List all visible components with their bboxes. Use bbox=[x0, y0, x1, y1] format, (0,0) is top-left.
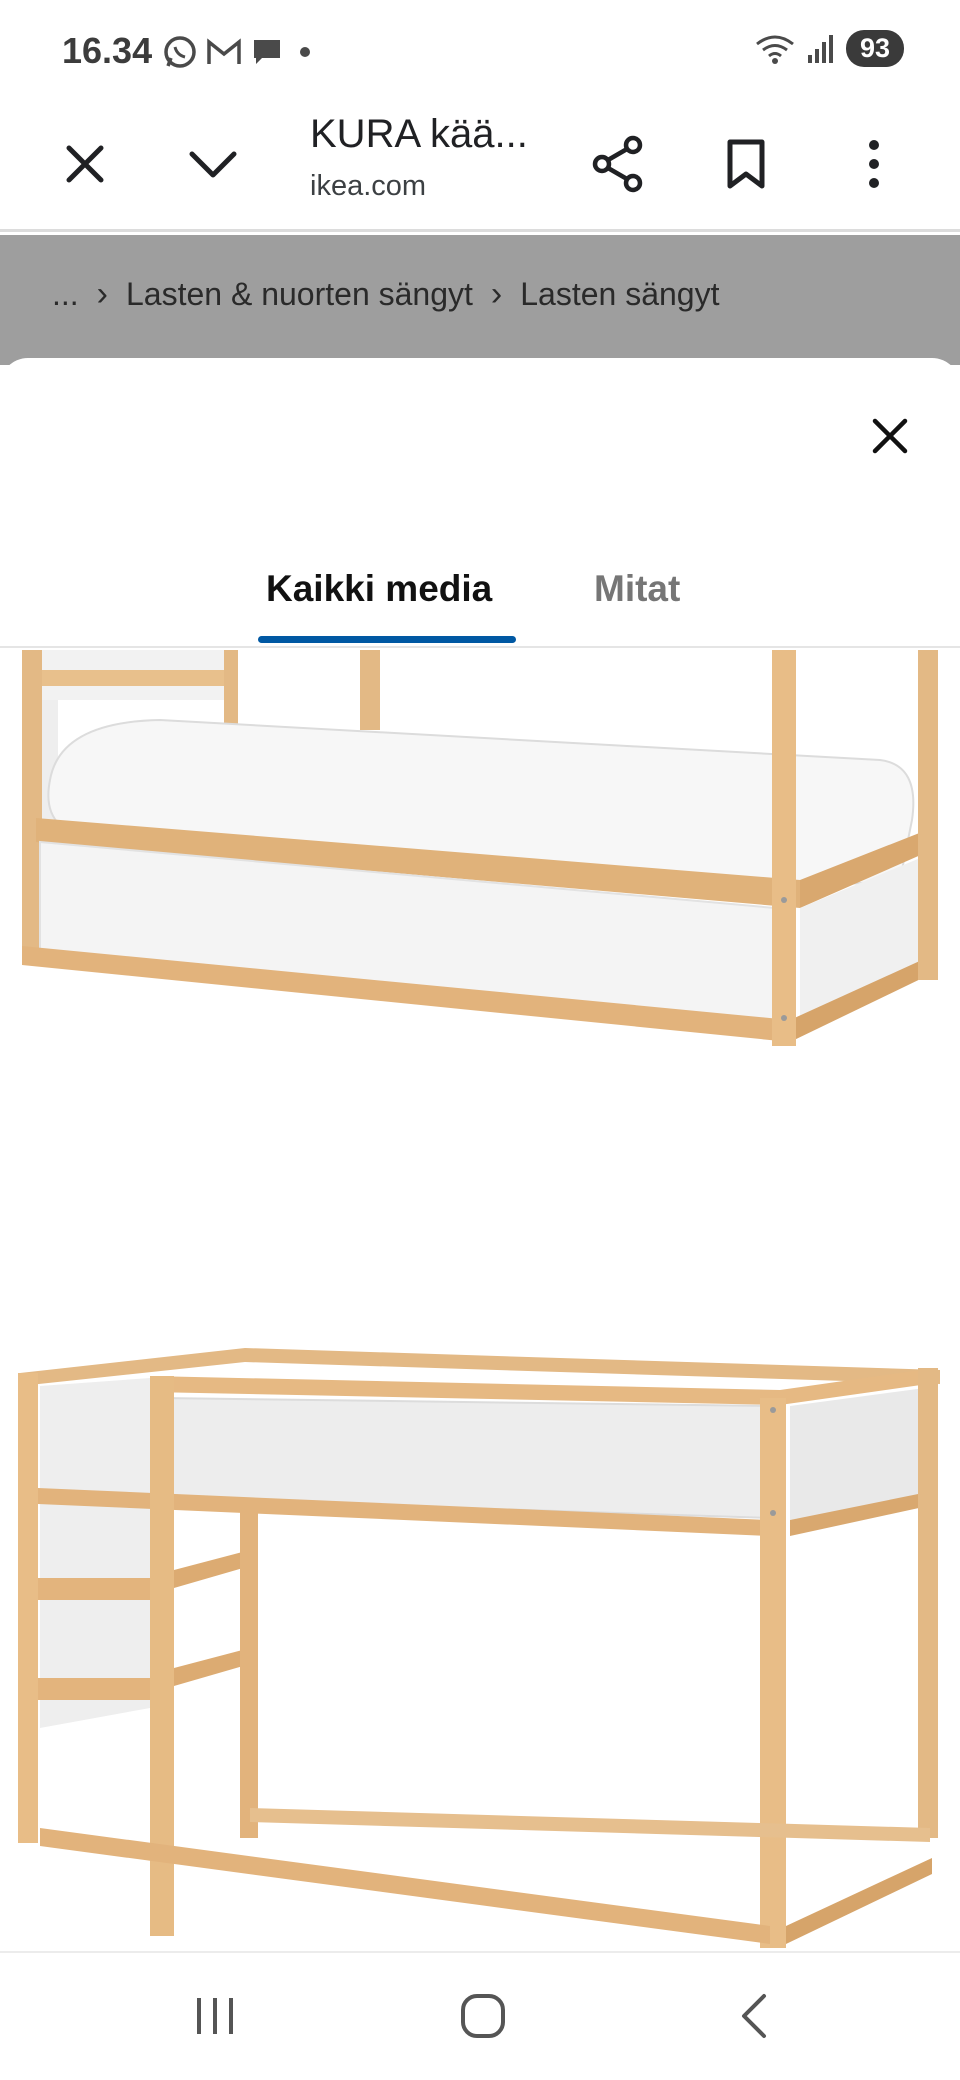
share-button[interactable] bbox=[578, 124, 658, 204]
bookmark-icon bbox=[727, 139, 765, 189]
bed-loft-position-image[interactable] bbox=[0, 1348, 960, 1951]
breadcrumb-item-kids-beds[interactable]: Lasten & nuorten sängyt bbox=[126, 276, 473, 313]
breadcrumb: ... › Lasten & nuorten sängyt › Lasten s… bbox=[52, 275, 719, 314]
tab-dimensions[interactable]: Mitat bbox=[594, 568, 680, 610]
more-options-button[interactable] bbox=[834, 124, 914, 204]
system-icons: 93 bbox=[754, 30, 904, 67]
signal-icon bbox=[807, 34, 833, 63]
notification-icons bbox=[162, 34, 318, 70]
modal-close-button[interactable] bbox=[858, 404, 922, 468]
custom-tab-toolbar: KURA kää... ikea.com bbox=[0, 100, 960, 232]
more-vert-icon bbox=[869, 140, 879, 188]
media-modal: Kaikki media Mitat bbox=[0, 358, 960, 1951]
page-title: KURA kää... bbox=[310, 112, 528, 156]
home-button[interactable] bbox=[438, 1981, 528, 2051]
chevron-down-icon bbox=[189, 151, 237, 178]
active-tab-indicator bbox=[258, 636, 516, 643]
gmail-icon bbox=[207, 38, 241, 64]
recent-apps-button[interactable] bbox=[170, 1981, 260, 2051]
chat-icon bbox=[254, 40, 280, 64]
tab-all-media[interactable]: Kaikki media bbox=[266, 568, 492, 610]
minimize-button[interactable] bbox=[173, 124, 253, 204]
system-navigation-bar bbox=[0, 1951, 960, 2080]
page-background: ... › Lasten & nuorten sängyt › Lasten s… bbox=[0, 235, 960, 365]
media-tabs: Kaikki media Mitat bbox=[0, 538, 960, 648]
battery-icon: 93 bbox=[845, 30, 904, 67]
back-icon bbox=[742, 1994, 766, 2038]
breadcrumb-ellipsis[interactable]: ... bbox=[52, 276, 79, 313]
bed-low-position-image[interactable] bbox=[0, 650, 960, 1170]
whatsapp-icon bbox=[164, 36, 196, 68]
bookmark-button[interactable] bbox=[706, 124, 786, 204]
back-button[interactable] bbox=[708, 1981, 798, 2051]
recent-apps-icon bbox=[197, 1998, 233, 2034]
close-icon bbox=[66, 145, 104, 183]
share-icon bbox=[592, 135, 643, 193]
status-bar: 16.34 93 bbox=[0, 0, 960, 100]
chevron-right-icon: › bbox=[490, 275, 503, 313]
home-icon bbox=[461, 1994, 505, 2038]
status-time: 16.34 bbox=[62, 30, 153, 71]
dot-icon bbox=[300, 47, 310, 57]
chevron-right-icon: › bbox=[96, 275, 108, 313]
wifi-icon bbox=[756, 35, 794, 64]
close-tab-button[interactable] bbox=[45, 124, 125, 204]
close-icon bbox=[872, 418, 908, 454]
breadcrumb-item-childrens-beds[interactable]: Lasten sängyt bbox=[520, 276, 719, 313]
page-url: ikea.com bbox=[310, 170, 427, 202]
